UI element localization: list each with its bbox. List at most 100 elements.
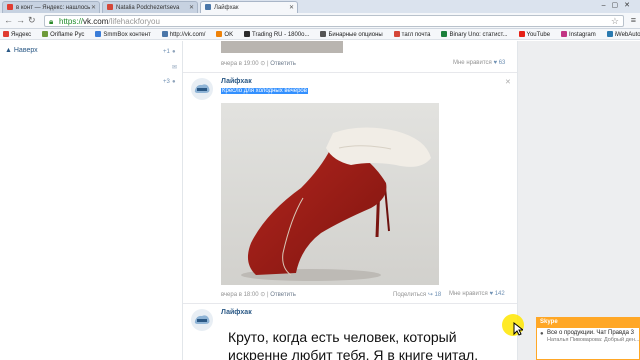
bookmark-label: YouTube [526,32,551,38]
bookmark-label: SmmBox контент [103,32,151,38]
vk-page: ▲ Наверх +1 ● ✉ +3 ● вчера в 19:00 ⊙ | О… [0,41,640,360]
like-label: Мне нравится [453,60,492,66]
browser-menu-icon[interactable]: ≡ [631,15,636,25]
bookmark-iwebautomatic[interactable]: iWebAutomatic [606,31,640,38]
share-label: Поделиться [393,292,427,298]
bookmark-label: Binary Uno: статист... [449,32,508,38]
bookmark-smmbox[interactable]: SmmBox контент [95,31,151,38]
smmbox-icon [95,31,102,37]
tab-label: Лайфхак [214,5,239,11]
notification-counter: +1 [163,49,170,55]
bookmark-binary-uno[interactable]: Binary Uno: статист... [441,31,508,38]
post-author[interactable]: Лайфхак [221,309,252,316]
vk-icon [161,31,168,37]
skype-chat-popup[interactable]: Skype ● Все о продукции. Чат Правда 3 Нат… [536,317,640,360]
bookmark-binary-options[interactable]: Бинарные опционы [320,31,383,38]
address-bar: ← → ↻ 🔒︎ https://vk.com/lifehackforyou ☆… [0,13,640,29]
folder-icon [320,31,327,37]
browser-tab-gmail[interactable]: Natalia Podchezertseva ✕ [102,1,198,13]
reply-link[interactable]: Ответить [270,61,296,67]
news-feed: вчера в 19:00 ⊙ | Ответить Мне нравится … [182,41,518,360]
bookmark-label: iWebAutomatic [614,32,640,38]
tab-label: Natalia Podchezertseva [116,5,180,11]
bookmark-label: Яндекс [11,32,32,38]
like-label: Мне нравится [449,291,488,297]
close-tab-icon[interactable]: ✕ [189,4,194,11]
post-text: Круто, когда есть человек, который искре… [228,329,479,360]
ok-icon [216,31,223,37]
tab-label: в конт — Яндекс: нашлось [16,5,91,11]
back-to-top-label: Наверх [13,47,38,54]
post-author[interactable]: Лайфхак [221,78,252,85]
close-tab-icon[interactable]: ✕ [289,4,294,11]
right-column [519,41,640,360]
share-count: 18 [434,292,442,298]
like-count: 63 [498,60,506,66]
url-path: /lifehackforyou [108,17,160,26]
browser-tab-yandex[interactable]: в конт — Яндекс: нашлось ✕ [2,1,100,13]
instagram-icon [561,31,568,37]
like-button[interactable]: Мне нравится ♥ 63 [453,60,505,66]
forward-arrow-icon[interactable]: → [16,15,25,25]
mail-icon [393,31,400,37]
skype-chat-title: Все о продукции. Чат Правда 3 [547,330,634,336]
url-scheme: https:// [59,17,84,26]
browser-tab-lifehack[interactable]: Лайфхак ✕ [200,1,298,13]
window-controls[interactable]: –▢✕ [602,1,636,9]
groups-icon[interactable]: ● [172,79,176,85]
post-divider [183,303,517,304]
back-to-top-link[interactable]: ▲ Наверх [5,47,38,54]
bookmarks-bar: Яндекс Oriflame Рус SmmBox контент http:… [0,29,640,40]
bookmark-label: http://vk.com/ [169,32,206,38]
bookmark-star-icon[interactable]: ☆ [611,16,619,27]
back-arrow-icon[interactable]: ← [4,15,13,25]
post-time: вчера в 18:00 [221,292,259,298]
reload-icon[interactable]: ↻ [28,15,36,26]
bookmark-oriflame[interactable]: Oriflame Рус [42,31,84,38]
sleeping-bag-chair-illustration [221,103,439,285]
skype-last-message: Наталья Пивоварова: Добрый ден... [547,337,639,343]
lock-icon: 🔒︎ [49,17,54,26]
post-time: вчера в 19:00 [221,61,259,67]
url-host: vk.com [83,17,109,26]
bookmark-ok[interactable]: OK [216,31,233,38]
lifehack-avatar[interactable] [191,309,213,331]
oriflame-icon [42,31,49,37]
skype-header: Skype [537,318,639,328]
share-button[interactable]: Поделиться ↪ 18 [393,291,441,298]
lifehack-avatar[interactable] [191,78,213,100]
bookmark-vk[interactable]: http://vk.com/ [161,31,206,38]
chat-icon: ● [540,331,544,336]
yandex-icon [3,31,9,37]
bookmark-label: Trading RU - 1800о... [252,32,310,38]
mouse-cursor-icon [513,322,523,336]
bookmark-label: Бинарные опционы [328,32,383,38]
post-photo-chair[interactable] [221,103,439,285]
bookmark-mail[interactable]: тагл почта [393,31,431,38]
bookmark-label: Instagram [569,32,596,38]
bookmark-instagram[interactable]: Instagram [561,31,596,38]
like-button[interactable]: Мне нравится ♥ 142 [449,291,505,297]
like-count: 142 [494,291,505,297]
friends-icon[interactable]: ● [172,49,176,55]
gmail-icon [107,4,113,10]
post-meta: вчера в 19:00 ⊙ | Ответить [221,61,296,67]
vk-icon [205,4,211,10]
messages-icon[interactable]: ✉ [172,64,177,71]
previous-post-image[interactable] [221,41,343,53]
url-input[interactable]: 🔒︎ https://vk.com/lifehackforyou ☆ [44,15,624,27]
bookmark-youtube[interactable]: YouTube [518,31,551,38]
post-divider [183,72,517,73]
reply-link[interactable]: Ответить [270,292,296,298]
post-text-selected: Кресло для холодных вечеров [221,88,308,94]
bookmark-trading[interactable]: Trading RU - 1800о... [244,31,310,38]
trading-icon [244,31,251,37]
youtube-icon [518,31,525,37]
post-meta: вчера в 18:00 ⊙ | Ответить [221,292,296,298]
notification-counter: +3 [163,79,170,85]
binary-uno-icon [441,31,448,37]
close-icon[interactable]: ✕ [505,78,511,86]
close-tab-icon[interactable]: ✕ [91,4,96,11]
iwebautomatic-icon [606,31,613,37]
bookmark-yandex[interactable]: Яндекс [3,31,31,38]
